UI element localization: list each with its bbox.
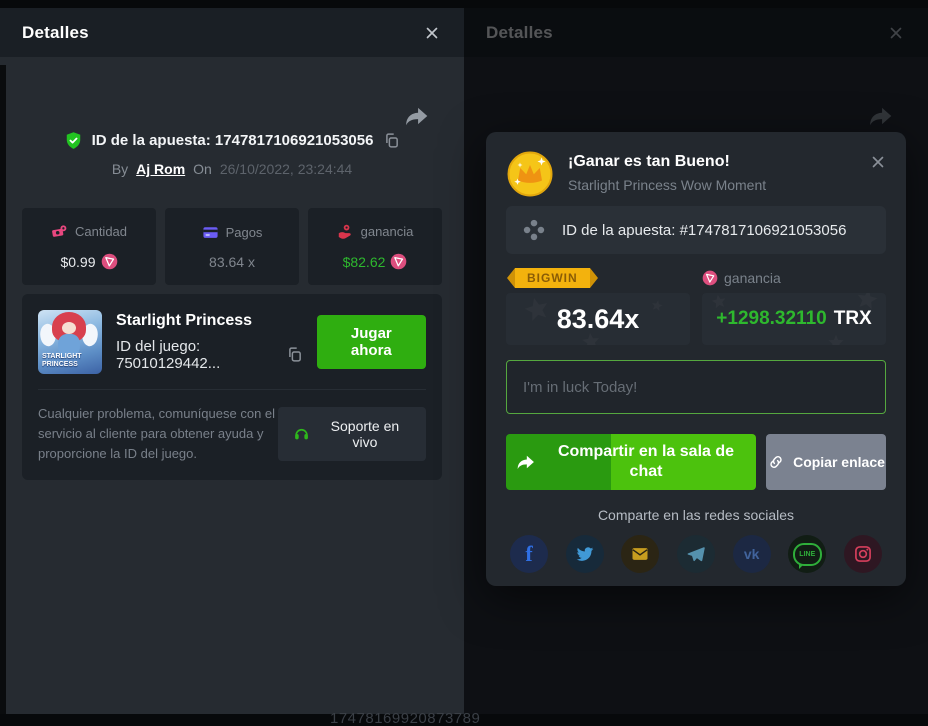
bigwin-badge: BIGWIN [515,268,590,288]
trx-coin-icon [702,270,718,286]
bet-stats-row: Cantidad $0.99 Pagos 83.64 x [0,208,464,285]
share-icon [516,452,536,472]
on-label: On [193,161,212,177]
bet-id-row: ID de la apuesta: 1747817106921053056 [0,131,464,150]
star-decoration [826,333,846,345]
share-to-chat-button[interactable]: Compartir en la sala de chat [506,434,756,490]
trx-coin-icon [101,253,118,270]
dice-dots-icon [521,217,547,243]
bet-id-text: ID de la apuesta: 1747817106921053056 [92,132,374,149]
vk-icon[interactable]: vk [733,535,771,573]
close-icon[interactable] [868,152,888,172]
dialog-bet-id-box: ID de la apuesta: #1747817106921053056 [506,206,886,254]
modal-title: Detalles [486,23,553,43]
stat-label: ganancia [361,224,414,239]
dialog-title: ¡Ganar es tan Bueno! [568,153,766,171]
share-to-chat-label: Compartir en la sala de chat [546,442,746,482]
bet-datetime: 26/10/2022, 23:24:44 [220,161,352,177]
game-card: STARLIGHT PRINCESS Starlight Princess ID… [22,294,442,480]
instagram-icon[interactable] [844,535,882,573]
game-thumbnail[interactable]: STARLIGHT PRINCESS [38,310,102,374]
close-icon[interactable] [422,23,442,43]
live-support-label: Soporte en vivo [319,418,411,450]
profit-value: $82.62 [343,254,386,270]
share-win-dialog: ¡Ganar es tan Bueno! Starlight Princess … [486,132,906,586]
game-name: Starlight Princess [116,312,303,330]
author-link[interactable]: Aj Rom [136,161,185,177]
profit-amount: +1298.32110 [716,308,826,330]
close-icon[interactable] [886,23,906,43]
background-bet-id-text: 17478169920873789 [330,710,480,726]
support-help-text: Cualquier problema, comuníquese con el s… [38,404,278,464]
modal-title: Detalles [22,23,89,43]
hand-coin-icon [337,223,354,240]
bet-details-modal: Detalles ID de la apuesta: 1747817106921… [0,8,464,714]
facebook-glyph: f [525,541,532,567]
stat-value: $0.99 [60,253,117,270]
amount-value: $0.99 [60,254,95,270]
stat-label: Cantidad [75,224,127,239]
multiplier-value: 83.64x [557,304,640,335]
dialog-buttons-row: Compartir en la sala de chat Copiar enla… [506,434,886,490]
play-now-button[interactable]: Jugar ahora [317,315,426,369]
modal-header: Detalles [464,8,928,57]
cash-icon [51,223,68,240]
copy-game-id-icon[interactable] [286,346,303,364]
modal-header: Detalles [0,8,464,57]
copy-link-button[interactable]: Copiar enlace [766,434,886,490]
win-summary-row: BIGWIN 83.64x ganancia [506,267,886,345]
dialog-header: ¡Ganar es tan Bueno! Starlight Princess … [506,150,886,198]
screen: Detalles ID de la apuesta: 1747817106921… [0,0,928,726]
profit-column: ganancia +1298.32110 TRX [702,267,886,345]
payout-value: 83.64 x [209,254,255,270]
multiplier-box: 83.64x [506,293,690,345]
stat-amount: Cantidad $0.99 [22,208,156,285]
verified-shield-icon [64,131,83,150]
dialog-bet-id-text: ID de la apuesta: #1747817106921053056 [562,222,846,239]
email-icon[interactable] [621,535,659,573]
stat-value: 83.64 x [209,254,255,270]
telegram-icon[interactable] [677,535,715,573]
copy-link-label: Copiar enlace [793,454,885,470]
bet-author-row: By Aj Rom On 26/10/2022, 23:24:44 [0,161,464,177]
stat-payout: Pagos 83.64 x [165,208,299,285]
stat-label: Pagos [226,225,263,240]
live-support-button[interactable]: Soporte en vivo [278,407,426,461]
line-icon[interactable]: LINE [788,535,826,573]
stat-value: $82.62 [343,253,408,270]
game-id-line: ID del juego: 75010129442... [116,338,303,372]
profit-label-row: ganancia [702,270,781,286]
social-share-label: Comparte en las redes sociales [506,507,886,523]
by-label: By [112,161,128,177]
profit-label: ganancia [724,270,781,286]
headphones-icon [293,425,310,443]
page-edge [0,65,6,714]
message-input-wrap [506,360,886,414]
profit-currency: TRX [834,308,872,330]
profit-box: +1298.32110 TRX [702,293,886,345]
divider [38,389,426,390]
link-icon [767,453,785,471]
trx-coin-icon [390,253,407,270]
share-icon[interactable] [868,103,894,129]
twitter-icon[interactable] [566,535,604,573]
line-glyph: LINE [799,551,815,558]
thumb-caption: STARLIGHT PRINCESS [42,353,94,369]
social-icons-row: f vk LINE [506,535,886,573]
copy-bet-id-icon[interactable] [382,132,400,150]
vk-glyph: vk [744,546,760,562]
star-decoration [519,293,555,328]
facebook-icon[interactable]: f [510,535,548,573]
share-message-input[interactable] [506,360,886,414]
gold-medal-icon [506,150,554,198]
multiplier-column: BIGWIN 83.64x [506,267,690,345]
game-id-text: ID del juego: 75010129442... [116,338,278,372]
star-decoration [649,298,666,315]
dialog-subtitle: Starlight Princess Wow Moment [568,177,766,193]
stat-profit: ganancia $82.62 [308,208,442,285]
card-icon [202,224,219,241]
share-icon[interactable] [404,103,430,129]
